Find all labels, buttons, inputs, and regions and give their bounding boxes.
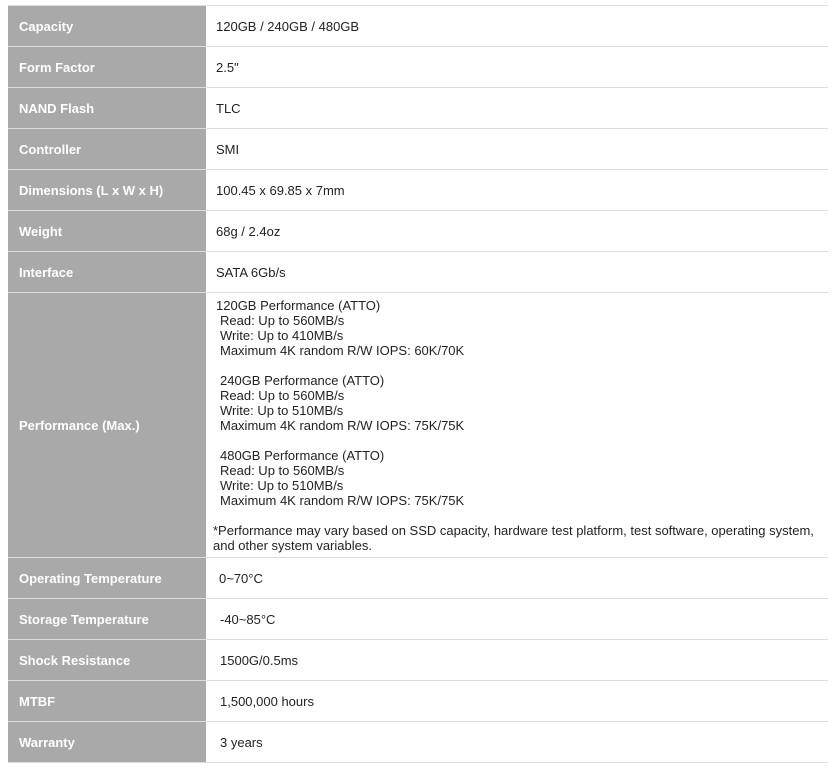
spec-value: -40~85°C [206,598,828,640]
performance-write: Write: Up to 510MB/s [220,402,344,418]
spec-value: 68g / 2.4oz [206,210,828,252]
spec-row-form-factor: Form Factor 2.5" [8,46,828,88]
performance-note-line: *Performance may vary based on SSD capac… [213,522,814,538]
spec-value: SATA 6Gb/s [206,251,828,293]
spec-label: Form Factor [8,46,207,88]
spec-value: 1,500,000 hours [206,680,828,722]
performance-details: 120GB Performance (ATTO) Read: Up to 560… [213,298,828,553]
performance-note: *Performance may vary based on SSD capac… [213,523,828,553]
spec-row-capacity: Capacity 120GB / 240GB / 480GB [8,5,828,47]
performance-block-120gb: 120GB Performance (ATTO) Read: Up to 560… [216,298,828,358]
spec-label: Weight [8,210,207,252]
spec-table: Capacity 120GB / 240GB / 480GB Form Fact… [8,5,828,763]
spec-row-dimensions: Dimensions (L x W x H) 100.45 x 69.85 x … [8,169,828,211]
spec-label: Controller [8,128,207,170]
performance-write: Write: Up to 510MB/s [220,477,344,493]
performance-title: 240GB Performance (ATTO) [220,372,385,388]
performance-title: 480GB Performance (ATTO) [220,447,385,463]
performance-cell: 120GB Performance (ATTO) Read: Up to 560… [206,292,828,558]
spec-value: 3 years [206,721,828,763]
spec-label: Performance (Max.) [8,292,207,558]
spec-label: NAND Flash [8,87,207,129]
performance-read: Read: Up to 560MB/s [220,312,345,328]
spec-value: 1500G/0.5ms [206,639,828,681]
spec-row-operating-temperature: Operating Temperature 0~70°C [8,557,828,599]
spec-label: MTBF [8,680,207,722]
performance-iops: Maximum 4K random R/W IOPS: 60K/70K [220,342,465,358]
spec-row-warranty: Warranty 3 years [8,721,828,763]
spec-row-mtbf: MTBF 1,500,000 hours [8,680,828,722]
performance-iops: Maximum 4K random R/W IOPS: 75K/75K [220,492,465,508]
spec-value: 0~70°C [206,557,828,599]
performance-title: 120GB Performance (ATTO) [216,297,381,313]
spec-row-weight: Weight 68g / 2.4oz [8,210,828,252]
performance-write: Write: Up to 410MB/s [220,327,344,343]
performance-read: Read: Up to 560MB/s [220,462,345,478]
spec-row-shock-resistance: Shock Resistance 1500G/0.5ms [8,639,828,681]
spec-row-storage-temperature: Storage Temperature -40~85°C [8,598,828,640]
performance-block-240gb: 240GB Performance (ATTO) Read: Up to 560… [216,373,828,433]
spec-label: Capacity [8,5,207,47]
spec-value: 100.45 x 69.85 x 7mm [206,169,828,211]
spec-value: SMI [206,128,828,170]
spec-label: Storage Temperature [8,598,207,640]
spec-label: Interface [8,251,207,293]
performance-read: Read: Up to 560MB/s [220,387,345,403]
spec-label: Shock Resistance [8,639,207,681]
performance-iops: Maximum 4K random R/W IOPS: 75K/75K [220,417,465,433]
spec-value: 120GB / 240GB / 480GB [206,5,828,47]
spec-value: 2.5" [206,46,828,88]
spec-value: TLC [206,87,828,129]
spec-label: Dimensions (L x W x H) [8,169,207,211]
performance-block-480gb: 480GB Performance (ATTO) Read: Up to 560… [216,448,828,508]
spec-row-performance: Performance (Max.) 120GB Performance (AT… [8,292,828,558]
performance-note-line: and other system variables. [213,537,372,553]
spec-row-nand-flash: NAND Flash TLC [8,87,828,129]
spec-row-interface: Interface SATA 6Gb/s [8,251,828,293]
spec-row-controller: Controller SMI [8,128,828,170]
spec-label: Operating Temperature [8,557,207,599]
spec-label: Warranty [8,721,207,763]
